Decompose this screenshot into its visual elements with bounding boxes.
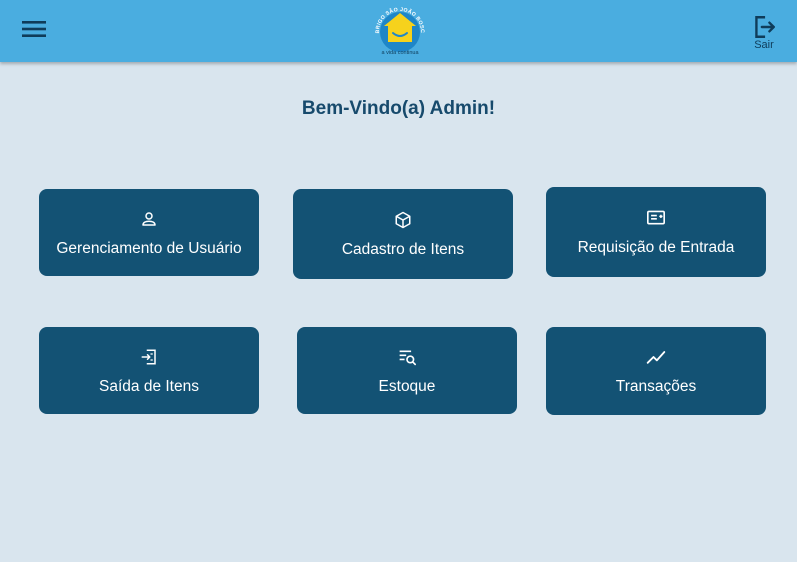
tile-label: Transações (615, 378, 697, 395)
box-icon (395, 211, 411, 229)
logo-tagline: a vida continua (382, 50, 420, 56)
hamburger-menu-icon (22, 21, 46, 37)
trending-line-icon (646, 351, 666, 364)
tile-transacoes[interactable]: Transações (546, 327, 766, 415)
top-app-bar: ABRIGO SÃO JOÃO BOSCO a vida continua Sa… (0, 0, 797, 62)
exit-items-icon (141, 349, 156, 364)
tile-label: Saída de Itens (99, 377, 199, 395)
tile-label: Gerenciamento de Usuário (56, 239, 242, 257)
tile-saida-itens[interactable]: Saída de Itens (39, 327, 259, 414)
tile-label: Requisição de Entrada (577, 239, 735, 256)
app-logo: ABRIGO SÃO JOÃO BOSCO a vida continua (369, 0, 429, 58)
tile-label: Cadastro de Itens (341, 241, 465, 258)
tile-gerenciamento-usuario[interactable]: Gerenciamento de Usuário (39, 189, 259, 276)
menu-button[interactable] (20, 16, 48, 42)
logout-icon (755, 16, 775, 38)
tile-label: Estoque (378, 377, 436, 395)
inventory-search-icon (399, 349, 416, 365)
tile-cadastro-itens[interactable]: Cadastro de Itens (293, 189, 513, 279)
logout-label: Sair (754, 39, 774, 51)
tile-estoque[interactable]: Estoque (297, 327, 517, 414)
receipt-icon (647, 210, 665, 225)
user-icon (142, 211, 156, 226)
welcome-heading: Bem-Vindo(a) Admin! (301, 98, 496, 119)
logout-button[interactable]: Sair (748, 14, 780, 54)
tile-requisicao-entrada[interactable]: Requisição de Entrada (546, 187, 766, 277)
